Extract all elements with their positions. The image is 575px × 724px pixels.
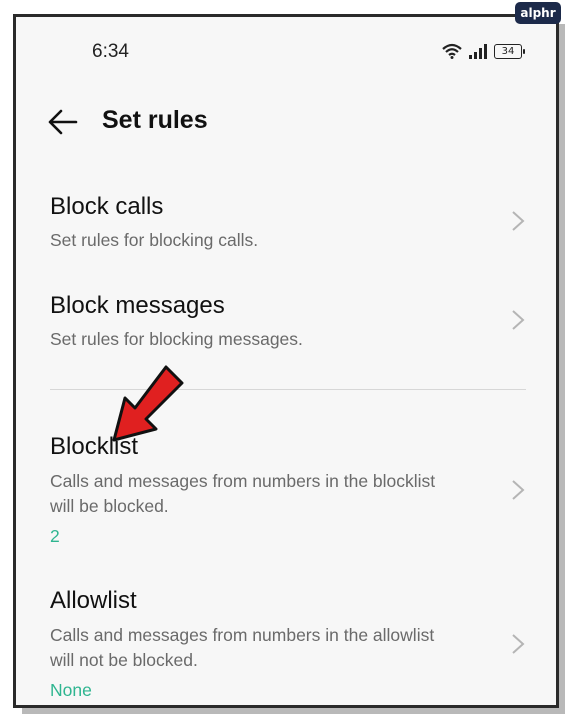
battery-icon: 34 (494, 43, 525, 59)
chevron-right-icon (512, 310, 525, 330)
blocklist-subtitle-line1: Calls and messages from numbers in the b… (50, 471, 436, 491)
blocklist-subtitle-line2: will be blocked. (50, 496, 169, 516)
red-arrow-annotation-icon (112, 365, 184, 442)
phone-screen: 6:34 34 Set rules Block calls Set rules … (13, 14, 559, 708)
block-calls-item[interactable]: Block calls Set rules for blocking calls… (16, 182, 556, 262)
status-icons: 34 (442, 41, 525, 61)
arrow-left-icon[interactable] (46, 107, 80, 137)
status-time: 6:34 (92, 41, 129, 62)
blocklist-subtitle: Calls and messages from numbers in the b… (50, 469, 480, 519)
allowlist-subtitle-line2: will not be blocked. (50, 650, 198, 670)
allowlist-subtitle-line1: Calls and messages from numbers in the a… (50, 625, 435, 645)
allowlist-subtitle: Calls and messages from numbers in the a… (50, 623, 480, 673)
block-calls-subtitle: Set rules for blocking calls. (50, 230, 259, 250)
wifi-icon (442, 43, 462, 59)
allowlist-item[interactable]: Allowlist Calls and messages from number… (16, 577, 556, 702)
frame-shadow-right (559, 24, 565, 714)
allowlist-title: Allowlist (50, 587, 137, 614)
chevron-right-icon (512, 480, 525, 500)
frame-shadow-bottom (22, 708, 565, 714)
signal-icon (469, 44, 487, 59)
page-title: Set rules (102, 106, 208, 134)
blocklist-item[interactable]: Blocklist Calls and messages from number… (16, 423, 556, 548)
block-messages-item[interactable]: Block messages Set rules for blocking me… (16, 281, 556, 361)
chevron-right-icon (512, 634, 525, 654)
blocklist-count: 2 (50, 526, 60, 546)
allowlist-count: None (50, 680, 92, 700)
block-messages-title: Block messages (50, 292, 225, 319)
alphr-watermark-logo: alphr (515, 2, 561, 24)
block-messages-subtitle: Set rules for blocking messages. (50, 329, 303, 349)
block-calls-title: Block calls (50, 193, 164, 220)
chevron-right-icon (512, 211, 525, 231)
